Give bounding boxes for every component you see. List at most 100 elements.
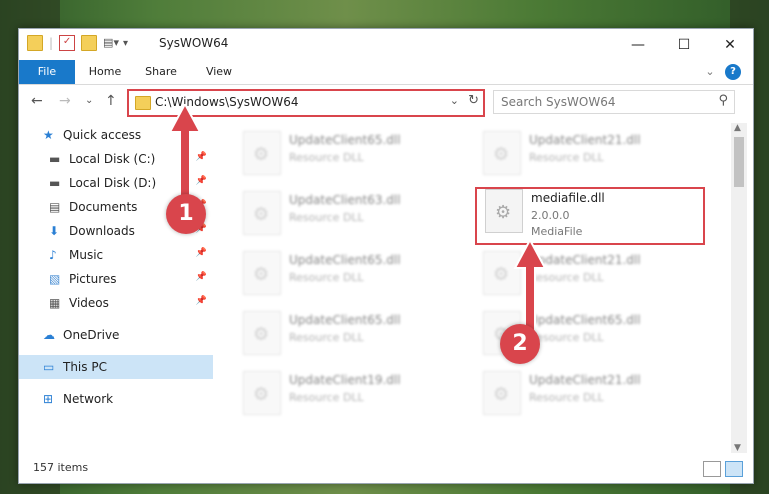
sidebar-item-label: Documents bbox=[69, 200, 138, 214]
item-count: 157 items bbox=[33, 461, 89, 474]
details-view-icon[interactable] bbox=[703, 461, 721, 477]
file-name: UpdateClient19.dll bbox=[289, 373, 401, 387]
pin-icon[interactable]: 📌 bbox=[196, 248, 207, 258]
file-description: Resource DLL bbox=[289, 151, 364, 164]
sidebar-item-label: Downloads bbox=[69, 224, 135, 238]
search-icon[interactable]: ⚲ bbox=[718, 93, 728, 108]
file-description: Resource DLL bbox=[289, 391, 364, 404]
large-icons-view-icon[interactable] bbox=[725, 461, 743, 477]
window-title: SysWOW64 bbox=[159, 36, 229, 50]
file-item[interactable]: ⚙ UpdateClient19.dll Resource DLL bbox=[235, 367, 465, 421]
highlight-box bbox=[475, 187, 705, 245]
drive-icon: ▬ bbox=[49, 176, 61, 190]
sidebar-item[interactable]: ▭ This PC bbox=[19, 355, 213, 379]
dll-file-icon: ⚙ bbox=[243, 191, 281, 235]
sidebar-item-label: Quick access bbox=[63, 128, 142, 142]
gear-icon: ⚙ bbox=[493, 384, 510, 405]
sidebar-item[interactable]: ♪ Music 📌 bbox=[19, 243, 213, 267]
file-description: Resource DLL bbox=[529, 151, 604, 164]
search-placeholder: Search SysWOW64 bbox=[501, 95, 616, 109]
file-item[interactable]: ⚙ UpdateClient21.dll Resource DLL bbox=[475, 127, 705, 181]
sidebar-item[interactable]: ▦ Videos 📌 bbox=[19, 291, 213, 315]
back-button[interactable]: ← bbox=[31, 93, 43, 109]
tab-share[interactable]: Share bbox=[139, 60, 183, 84]
dll-file-icon: ⚙ bbox=[243, 251, 281, 295]
tab-file[interactable]: File bbox=[19, 60, 75, 84]
address-dropdown-button[interactable]: ⌄ bbox=[450, 94, 459, 107]
vertical-scrollbar[interactable]: ▲ ▼ bbox=[731, 123, 747, 453]
sidebar-item-label: Local Disk (C:) bbox=[69, 152, 156, 166]
sidebar-item-label: Pictures bbox=[69, 272, 117, 286]
folder-icon bbox=[135, 96, 151, 110]
title-bar: | ✓ ▤▾ ▾ SysWOW64 — ☐ ✕ bbox=[19, 29, 753, 60]
dll-file-icon: ⚙ bbox=[243, 311, 281, 355]
file-description: Resource DLL bbox=[289, 271, 364, 284]
refresh-button[interactable]: ↻ bbox=[468, 93, 479, 108]
sidebar-item[interactable]: ▧ Pictures 📌 bbox=[19, 267, 213, 291]
file-item[interactable]: ⚙ UpdateClient65.dll Resource DLL bbox=[235, 307, 465, 361]
folder-icon[interactable] bbox=[27, 35, 43, 51]
file-description: Resource DLL bbox=[289, 331, 364, 344]
separator: | bbox=[49, 36, 54, 50]
file-item[interactable]: ⚙ UpdateClient65.dll Resource DLL bbox=[235, 127, 465, 181]
file-item[interactable]: ⚙ UpdateClient21.dll Resource DLL bbox=[475, 367, 705, 421]
scroll-down-icon[interactable]: ▼ bbox=[734, 443, 741, 453]
new-folder-icon[interactable] bbox=[81, 35, 98, 51]
customize-toolbar-icon[interactable]: ▤▾ bbox=[103, 36, 119, 50]
quick-access-toolbar: | ✓ ▤▾ ▾ bbox=[27, 35, 128, 51]
search-input[interactable]: Search SysWOW64 ⚲ bbox=[493, 90, 735, 114]
sidebar-item-label: Local Disk (D:) bbox=[69, 176, 157, 190]
file-name: UpdateClient63.dll bbox=[289, 193, 401, 207]
ribbon-expand-button[interactable]: ⌄ bbox=[703, 60, 717, 84]
file-description: Resource DLL bbox=[529, 391, 604, 404]
help-button[interactable]: ? bbox=[725, 64, 741, 80]
file-name: UpdateClient21.dll bbox=[529, 373, 641, 387]
sidebar-item-label: Music bbox=[69, 248, 104, 262]
dll-file-icon: ⚙ bbox=[243, 371, 281, 415]
file-description: Resource DLL bbox=[289, 211, 364, 224]
recent-locations-button[interactable]: ⌄ bbox=[85, 95, 93, 106]
annotation-badge-1: 1 bbox=[166, 194, 206, 234]
sidebar-item[interactable]: ⊞ Network bbox=[19, 387, 213, 411]
file-name: UpdateClient21.dll bbox=[529, 133, 641, 147]
address-bar-row: ← → ⌄ ↑ C:\Windows\SysWOW64 ⌄ ↻ Search S… bbox=[19, 85, 753, 119]
network-icon: ⊞ bbox=[43, 392, 54, 406]
pin-icon[interactable]: 📌 bbox=[196, 272, 207, 282]
tab-home[interactable]: Home bbox=[83, 60, 127, 84]
scroll-thumb[interactable] bbox=[734, 137, 744, 187]
status-bar: 157 items bbox=[19, 457, 753, 481]
cloud-icon: ☁ bbox=[43, 328, 55, 342]
explorer-window: | ✓ ▤▾ ▾ SysWOW64 — ☐ ✕ File Home Share … bbox=[18, 28, 754, 484]
file-name: UpdateClient65.dll bbox=[289, 313, 401, 327]
up-button[interactable]: ↑ bbox=[105, 93, 117, 109]
music-icon: ♪ bbox=[49, 248, 57, 262]
dll-file-icon: ⚙ bbox=[483, 131, 521, 175]
tab-view[interactable]: View bbox=[197, 60, 241, 84]
video-icon: ▦ bbox=[49, 296, 61, 310]
file-name: UpdateClient65.dll bbox=[289, 133, 401, 147]
star-icon: ★ bbox=[43, 128, 54, 142]
sidebar-item-label: Network bbox=[63, 392, 114, 406]
annotation-badge-2: 2 bbox=[500, 324, 540, 364]
file-item[interactable]: ⚙ UpdateClient65.dll Resource DLL bbox=[235, 247, 465, 301]
picture-icon: ▧ bbox=[49, 272, 61, 286]
file-item[interactable]: ⚙ UpdateClient63.dll Resource DLL bbox=[235, 187, 465, 241]
properties-icon[interactable]: ✓ bbox=[59, 35, 76, 51]
computer-icon: ▭ bbox=[43, 360, 55, 374]
file-name: UpdateClient65.dll bbox=[289, 253, 401, 267]
gear-icon: ⚙ bbox=[253, 384, 270, 405]
gear-icon: ⚙ bbox=[253, 324, 270, 345]
sidebar-item[interactable]: ☁ OneDrive bbox=[19, 323, 213, 347]
gear-icon: ⚙ bbox=[253, 264, 270, 285]
close-button[interactable]: ✕ bbox=[707, 29, 753, 60]
dll-file-icon: ⚙ bbox=[243, 131, 281, 175]
pin-icon[interactable]: 📌 bbox=[196, 296, 207, 306]
chevron-down-icon[interactable]: ▾ bbox=[123, 38, 128, 49]
minimize-button[interactable]: — bbox=[615, 29, 661, 60]
scroll-up-icon[interactable]: ▲ bbox=[734, 123, 741, 133]
maximize-button[interactable]: ☐ bbox=[661, 29, 707, 60]
gear-icon: ⚙ bbox=[253, 144, 270, 165]
download-icon: ⬇ bbox=[49, 224, 60, 238]
ribbon-tabs: File Home Share View ⌄ ? bbox=[19, 60, 753, 85]
forward-button[interactable]: → bbox=[59, 93, 71, 109]
